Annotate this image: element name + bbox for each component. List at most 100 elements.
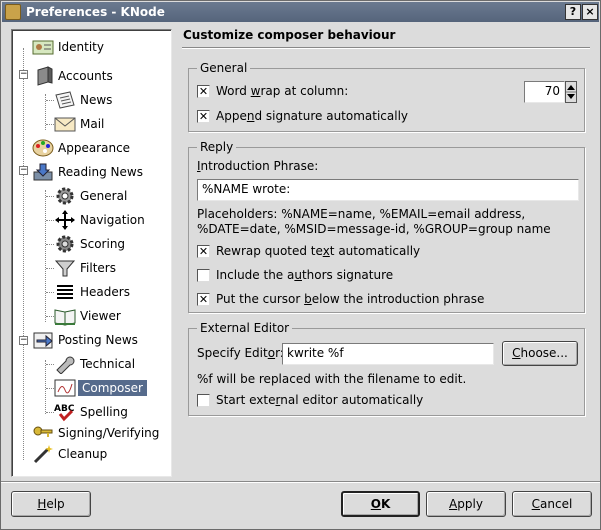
mail-icon xyxy=(54,114,76,134)
spelling-icon: ABC xyxy=(54,402,76,422)
bottom-divider xyxy=(1,481,600,483)
general-legend: General xyxy=(197,61,251,75)
word-wrap-checkbox[interactable]: ✕ xyxy=(197,84,210,98)
tree-item-label: Headers xyxy=(80,285,130,299)
tree-item-cleanup[interactable]: Cleanup xyxy=(32,443,107,465)
tree-item-filters[interactable]: Filters xyxy=(54,257,116,279)
tree-item-posting-news[interactable]: Posting News xyxy=(32,329,138,351)
tree-item-spelling[interactable]: ABC Spelling xyxy=(54,401,128,423)
wrap-column-spinbox[interactable]: 70 xyxy=(524,81,565,103)
tree-item-label: Appearance xyxy=(58,141,131,155)
placeholders-line-2: %DATE=date, %MSID=message-id, %GROUP=gro… xyxy=(197,222,551,236)
appearance-icon xyxy=(32,138,54,158)
tree-item-label: Posting News xyxy=(58,333,138,347)
tree-item-technical[interactable]: Technical xyxy=(54,353,135,375)
tree-item-label: Accounts xyxy=(58,69,113,83)
headers-icon xyxy=(54,282,76,302)
intro-phrase-input[interactable]: %NAME wrote: xyxy=(197,179,579,201)
intro-phrase-label: Introduction Phrase: xyxy=(197,159,319,173)
collapse-posting-news-toggle[interactable]: − xyxy=(19,336,28,345)
tree-item-label: Technical xyxy=(80,357,136,371)
tree-item-label: Filters xyxy=(80,261,116,275)
tree-item-identity[interactable]: Identity xyxy=(32,36,104,58)
rewrap-checkbox[interactable]: ✕ xyxy=(197,244,210,258)
help-button[interactable]: Help xyxy=(11,491,91,517)
word-wrap-row: ✕ Word wrap at column: xyxy=(197,84,348,98)
tree-item-general[interactable]: General xyxy=(54,185,127,207)
cursor-below-label: Put the cursor below the introduction ph… xyxy=(216,292,485,306)
app-icon[interactable] xyxy=(5,4,21,20)
tree-item-signing-verifying[interactable]: Signing/Verifying xyxy=(32,422,159,444)
ok-button[interactable]: OK xyxy=(341,491,420,517)
reply-legend: Reply xyxy=(197,140,237,154)
include-signature-label: Include the authors signature xyxy=(216,268,394,282)
tree-item-label: Identity xyxy=(58,40,104,54)
posting-news-icon xyxy=(32,330,54,350)
tree-item-label: Reading News xyxy=(58,165,143,179)
tree-item-scoring[interactable]: Scoring xyxy=(54,233,125,255)
tree-item-label: Spelling xyxy=(80,405,128,419)
tree-item-composer[interactable]: Composer xyxy=(54,377,147,399)
editor-command-input[interactable]: kwrite %f xyxy=(282,343,494,365)
tree-item-label: Viewer xyxy=(80,309,121,323)
tree-item-label: Navigation xyxy=(80,213,145,227)
include-signature-checkbox[interactable] xyxy=(197,268,210,282)
tree-item-label: Mail xyxy=(80,117,105,131)
rewrap-row: ✕ Rewrap quoted text automatically xyxy=(197,244,420,258)
cursor-below-row: ✕ Put the cursor below the introduction … xyxy=(197,292,484,306)
start-editor-auto-checkbox[interactable] xyxy=(197,393,210,407)
tree-item-viewer[interactable]: Viewer xyxy=(54,305,121,327)
identity-icon xyxy=(32,37,54,57)
start-editor-auto-row: Start external editor automatically xyxy=(197,393,423,407)
collapse-reading-news-toggle[interactable]: − xyxy=(19,166,28,175)
tree-item-reading-news[interactable]: Reading News xyxy=(32,161,143,183)
start-editor-auto-label: Start external editor automatically xyxy=(216,393,424,407)
tree-item-appearance[interactable]: Appearance xyxy=(32,137,130,159)
title-bar[interactable]: Preferences - KNode ? × xyxy=(2,2,599,22)
append-signature-row: ✕ Append signature automatically xyxy=(197,109,408,123)
tree-item-mail[interactable]: Mail xyxy=(54,113,104,135)
gear-icon xyxy=(54,186,76,206)
reply-group: Reply Introduction Phrase: %NAME wrote: … xyxy=(188,140,585,313)
key-icon xyxy=(32,423,54,443)
accounts-icon xyxy=(32,66,54,86)
wrap-column-spin-buttons[interactable] xyxy=(565,81,577,103)
context-help-button[interactable]: ? xyxy=(565,4,581,20)
tree-item-label: Signing/Verifying xyxy=(58,426,160,440)
apply-button[interactable]: Apply xyxy=(426,491,506,517)
filter-funnel-icon xyxy=(54,258,76,278)
placeholders-line-1: Placeholders: %NAME=name, %EMAIL=email a… xyxy=(197,207,526,221)
append-signature-label: Append signature automatically xyxy=(216,109,409,123)
viewer-book-icon xyxy=(54,306,76,326)
cursor-below-checkbox[interactable]: ✕ xyxy=(197,292,210,306)
technical-icon xyxy=(54,354,76,375)
tree-item-headers[interactable]: Headers xyxy=(54,281,130,303)
composer-icon xyxy=(54,378,76,398)
cleanup-wand-icon xyxy=(32,444,54,464)
include-signature-row: Include the authors signature xyxy=(197,268,393,282)
collapse-accounts-toggle[interactable]: − xyxy=(19,70,28,79)
window-title: Preferences - KNode xyxy=(26,5,165,19)
cancel-button[interactable]: Cancel xyxy=(512,491,592,517)
tree-item-label: General xyxy=(80,189,128,203)
preferences-window: Preferences - KNode ? × Identity − Accou… xyxy=(0,0,601,530)
word-wrap-label: Word wrap at column: xyxy=(216,84,349,98)
heading-divider xyxy=(182,47,590,49)
external-editor-group: External Editor Specify Editor: kwrite %… xyxy=(188,321,585,416)
tree-item-accounts[interactable]: Accounts xyxy=(32,65,113,87)
external-editor-legend: External Editor xyxy=(197,321,293,335)
append-signature-checkbox[interactable]: ✕ xyxy=(197,109,210,123)
general-group: General ✕ Word wrap at column: 70 ✕ Appe… xyxy=(188,61,585,132)
news-icon xyxy=(54,90,76,110)
tree-item-navigation[interactable]: Navigation xyxy=(54,209,145,231)
choose-editor-button[interactable]: Choose... xyxy=(502,341,578,366)
tree-item-label: Cleanup xyxy=(58,447,108,461)
settings-tree[interactable]: Identity − Accounts News Mail Appearance… xyxy=(11,29,172,477)
tree-item-news[interactable]: News xyxy=(54,89,112,111)
tree-item-label: Scoring xyxy=(80,237,126,251)
reading-news-icon xyxy=(32,162,54,182)
close-button[interactable]: × xyxy=(582,4,598,20)
specify-editor-label: Specify Editor: xyxy=(197,346,284,360)
tree-item-label: News xyxy=(80,93,113,107)
navigation-arrows-icon xyxy=(54,210,76,230)
